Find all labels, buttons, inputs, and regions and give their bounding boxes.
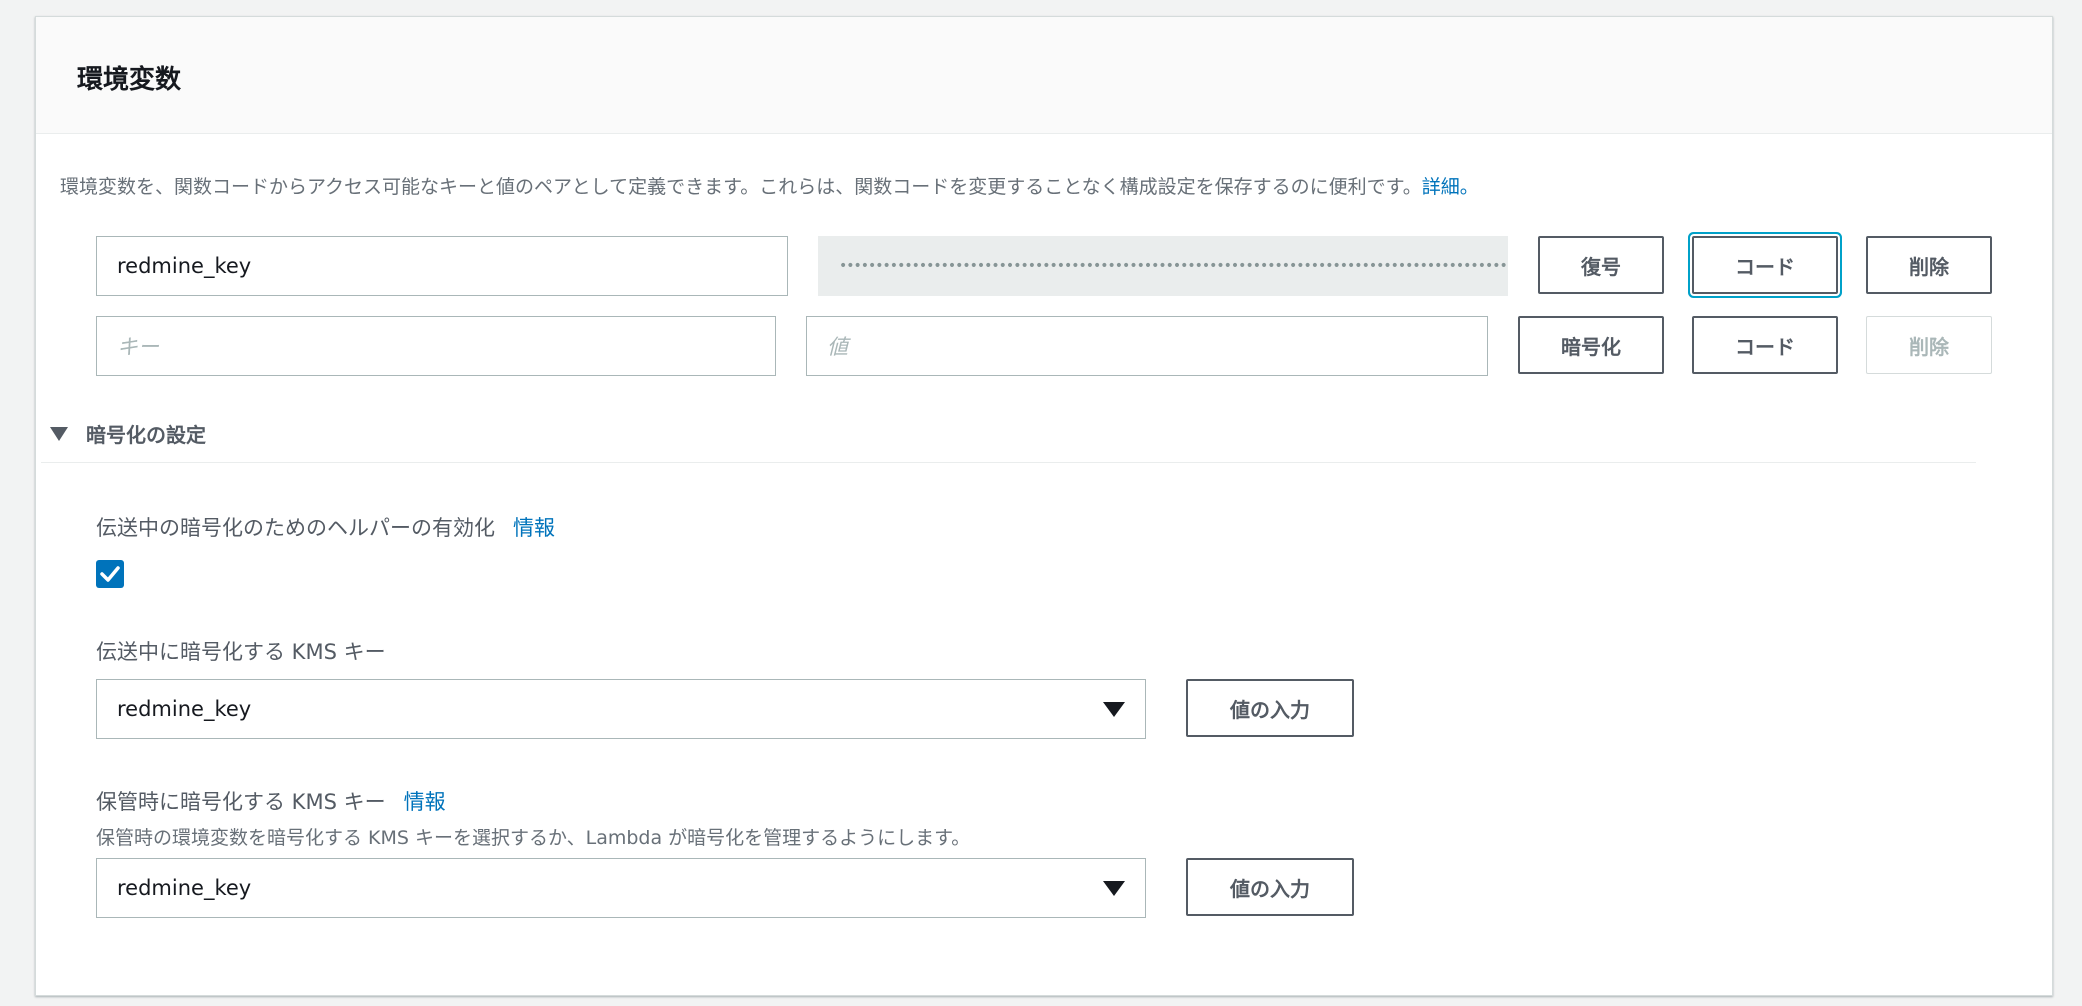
checkmark-icon [100,566,120,582]
panel-header: 環境変数 [36,17,2052,134]
transit-kms-select[interactable]: redmine_key [96,679,1146,739]
section-divider [41,462,1976,463]
rest-kms-value: redmine_key [117,876,252,900]
dropdown-arrow-icon [1103,880,1125,896]
transit-kms-label: 伝送中に暗号化する KMS キー [96,640,386,664]
encryption-settings-toggle[interactable]: 暗号化の設定 [50,419,206,448]
transit-kms-value: redmine_key [117,697,252,721]
encryption-settings-label: 暗号化の設定 [86,423,206,447]
helper-checkbox[interactable] [96,560,124,588]
panel-description: 環境変数を、関数コードからアクセス可能なキーと値のペアとして定義できます。これら… [60,172,1479,199]
helper-label-row: 伝送中の暗号化のためのヘルパーの有効化 情報 [96,512,555,542]
new-value-input[interactable]: 値 [806,316,1488,376]
rest-kms-label: 保管時に暗号化する KMS キー [96,790,386,814]
rest-kms-description: 保管時の環境変数を暗号化する KMS キーを選択するか、Lambda が暗号化を… [96,827,971,849]
rest-enter-value-button[interactable]: 値の入力 [1186,858,1354,916]
delete-button[interactable]: 削除 [1866,236,1992,294]
new-key-input[interactable]: キー [96,316,776,376]
dropdown-arrow-icon [1103,701,1125,717]
encrypt-button[interactable]: 暗号化 [1518,316,1664,374]
transit-enter-value-button[interactable]: 値の入力 [1186,679,1354,737]
helper-info-link[interactable]: 情報 [513,516,555,540]
panel-title: 環境変数 [77,65,182,95]
rest-label-row: 保管時に暗号化する KMS キー 情報 [96,786,446,816]
helper-label: 伝送中の暗号化のためのヘルパーの有効化 [96,516,495,540]
env-key-input[interactable]: redmine_key [96,236,788,296]
rest-info-link[interactable]: 情報 [404,790,446,814]
code-button[interactable]: コード [1692,236,1838,294]
delete-button-disabled: 削除 [1866,316,1992,374]
code-button-new[interactable]: コード [1692,316,1838,374]
decrypt-button[interactable]: 復号 [1538,236,1664,294]
rest-kms-select[interactable]: redmine_key [96,858,1146,918]
description-text: 環境変数を、関数コードからアクセス可能なキーと値のペアとして定義できます。これら… [60,176,1422,198]
env-value-input-masked[interactable]: ••••••••••••••••••••••••••••••••••••••••… [818,236,1508,296]
caret-down-icon [50,426,68,441]
learn-more-link[interactable]: 詳細。 [1422,176,1479,198]
